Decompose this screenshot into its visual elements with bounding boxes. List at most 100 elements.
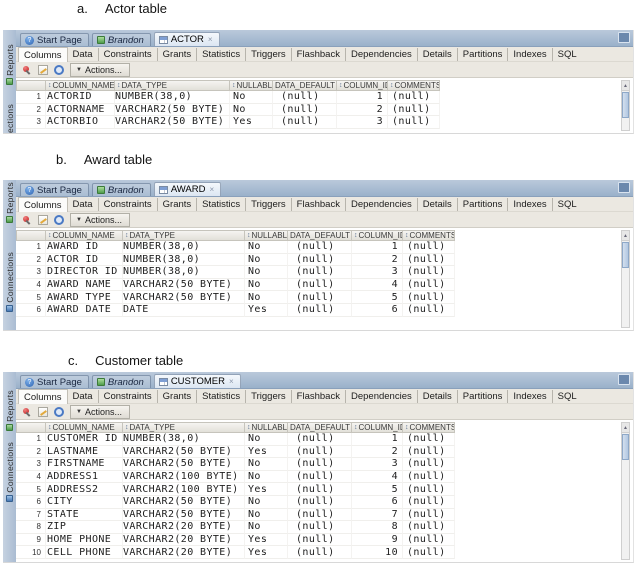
- table-row[interactable]: 5 ADDRESS2 VARCHAR2(100 BYTE) Yes (null)…: [16, 483, 455, 496]
- header-comments[interactable]: ↕COMMENTS: [403, 422, 455, 433]
- document-tab[interactable]: Start Page ×: [20, 375, 89, 388]
- object-subtab[interactable]: Triggers: [246, 198, 292, 211]
- actions-button[interactable]: ▼ Actions...: [70, 63, 130, 77]
- scrollbar-thumb[interactable]: [622, 434, 629, 460]
- document-tab[interactable]: AWARD ×: [154, 182, 221, 196]
- header-nullable[interactable]: ↕NULLABLE: [245, 230, 288, 241]
- document-tab[interactable]: Start Page ×: [20, 33, 89, 46]
- table-row[interactable]: 9 HOME PHONE VARCHAR2(20 BYTE) Yes (null…: [16, 534, 455, 547]
- object-subtab[interactable]: SQL: [553, 48, 582, 61]
- pin-icon[interactable]: [22, 215, 32, 225]
- object-subtab[interactable]: Grants: [158, 198, 198, 211]
- header-data-type[interactable]: ↕DATA_TYPE: [115, 80, 230, 91]
- object-subtab[interactable]: Triggers: [246, 390, 292, 403]
- edit-icon[interactable]: [38, 215, 48, 225]
- sidebar-tab-reports[interactable]: Reports: [3, 390, 16, 431]
- object-subtab[interactable]: Statistics: [197, 198, 246, 211]
- object-subtab[interactable]: Statistics: [197, 390, 246, 403]
- object-subtab[interactable]: Dependencies: [346, 390, 418, 403]
- header-data-type[interactable]: ↕DATA_TYPE: [123, 230, 245, 241]
- object-subtab[interactable]: Dependencies: [346, 198, 418, 211]
- table-row[interactable]: 2 ACTORNAME VARCHAR2(50 BYTE) No (null) …: [16, 104, 440, 117]
- refresh-icon[interactable]: [54, 407, 64, 417]
- object-subtab[interactable]: Flashback: [292, 48, 346, 61]
- object-subtab[interactable]: Constraints: [99, 48, 158, 61]
- header-column-name[interactable]: ↕COLUMN_NAME: [46, 80, 115, 91]
- vertical-scrollbar[interactable]: ▲: [621, 80, 630, 131]
- object-subtab[interactable]: Columns: [18, 389, 68, 404]
- header-data-type[interactable]: ↕DATA_TYPE: [123, 422, 245, 433]
- sidebar-tab-connections[interactable]: Connections: [3, 252, 16, 312]
- object-subtab[interactable]: Partitions: [458, 48, 509, 61]
- table-row[interactable]: 5 AWARD TYPE VARCHAR2(50 BYTE) No (null)…: [16, 291, 455, 304]
- actions-button[interactable]: ▼ Actions...: [70, 405, 130, 419]
- object-subtab[interactable]: Data: [68, 390, 99, 403]
- tab-overflow-button[interactable]: [618, 374, 630, 385]
- refresh-icon[interactable]: [54, 215, 64, 225]
- object-subtab[interactable]: Partitions: [458, 198, 509, 211]
- table-row[interactable]: 4 ADDRESS1 VARCHAR2(100 BYTE) No (null) …: [16, 471, 455, 484]
- table-row[interactable]: 2 LASTNAME VARCHAR2(50 BYTE) Yes (null) …: [16, 446, 455, 459]
- object-subtab[interactable]: Constraints: [99, 198, 158, 211]
- object-subtab[interactable]: Columns: [18, 197, 68, 212]
- vertical-scrollbar[interactable]: ▲: [621, 230, 630, 328]
- header-data-default[interactable]: DATA_DEFAULT: [273, 80, 337, 91]
- tab-overflow-button[interactable]: [618, 182, 630, 193]
- table-row[interactable]: 4 AWARD NAME VARCHAR2(50 BYTE) No (null)…: [16, 279, 455, 292]
- object-subtab[interactable]: Partitions: [458, 390, 509, 403]
- header-column-id[interactable]: ↕COLUMN_ID: [337, 80, 388, 91]
- object-subtab[interactable]: Indexes: [508, 198, 552, 211]
- table-row[interactable]: 10 CELL PHONE VARCHAR2(20 BYTE) Yes (nul…: [16, 546, 455, 559]
- sidebar-tab-reports[interactable]: Reports: [3, 44, 16, 85]
- pin-icon[interactable]: [22, 407, 32, 417]
- header-column-id[interactable]: ↕COLUMN_ID: [352, 422, 403, 433]
- close-icon[interactable]: ×: [208, 36, 213, 44]
- header-comments[interactable]: ↕COMMENTS: [403, 230, 455, 241]
- table-row[interactable]: 3 ACTORBIO VARCHAR2(50 BYTE) Yes (null) …: [16, 116, 440, 129]
- document-tab[interactable]: ACTOR ×: [154, 32, 220, 46]
- header-nullable[interactable]: ↕NULLABLE: [230, 80, 273, 91]
- header-rownum[interactable]: [16, 422, 46, 433]
- scroll-up-icon[interactable]: ▲: [622, 231, 629, 241]
- header-rownum[interactable]: [16, 80, 46, 91]
- table-row[interactable]: 1 AWARD ID NUMBER(38,0) No (null) 1 (nul…: [16, 241, 455, 254]
- table-row[interactable]: 8 ZIP VARCHAR2(20 BYTE) No (null) 8 (nul…: [16, 521, 455, 534]
- table-row[interactable]: 3 FIRSTNAME VARCHAR2(50 BYTE) No (null) …: [16, 458, 455, 471]
- document-tab[interactable]: Start Page ×: [20, 183, 89, 196]
- object-subtab[interactable]: SQL: [553, 390, 582, 403]
- object-subtab[interactable]: Grants: [158, 48, 198, 61]
- document-tab[interactable]: Brandon ×: [92, 375, 151, 388]
- close-icon[interactable]: ×: [209, 186, 214, 194]
- object-subtab[interactable]: Indexes: [508, 390, 552, 403]
- object-subtab[interactable]: Indexes: [508, 48, 552, 61]
- sidebar-tab-connections[interactable]: Connections: [3, 442, 16, 502]
- table-row[interactable]: 1 ACTORID NUMBER(38,0) No (null) 1 (null…: [16, 91, 440, 104]
- refresh-icon[interactable]: [54, 65, 64, 75]
- header-data-default[interactable]: DATA_DEFAULT: [288, 230, 352, 241]
- table-row[interactable]: 3 DIRECTOR ID NUMBER(38,0) No (null) 3 (…: [16, 266, 455, 279]
- object-subtab[interactable]: Dependencies: [346, 48, 418, 61]
- document-tab[interactable]: Brandon ×: [92, 33, 151, 46]
- object-subtab[interactable]: Details: [418, 198, 458, 211]
- close-icon[interactable]: ×: [229, 378, 234, 386]
- edit-icon[interactable]: [38, 65, 48, 75]
- header-column-name[interactable]: ↕COLUMN_NAME: [46, 422, 123, 433]
- object-subtab[interactable]: Constraints: [99, 390, 158, 403]
- object-subtab[interactable]: Columns: [18, 47, 68, 62]
- header-column-id[interactable]: ↕COLUMN_ID: [352, 230, 403, 241]
- table-row[interactable]: 2 ACTOR ID NUMBER(38,0) No (null) 2 (nul…: [16, 254, 455, 267]
- scroll-up-icon[interactable]: ▲: [622, 81, 629, 91]
- header-nullable[interactable]: ↕NULLABLE: [245, 422, 288, 433]
- object-subtab[interactable]: Flashback: [292, 390, 346, 403]
- pin-icon[interactable]: [22, 65, 32, 75]
- edit-icon[interactable]: [38, 407, 48, 417]
- table-row[interactable]: 6 CITY VARCHAR2(50 BYTE) No (null) 6 (nu…: [16, 496, 455, 509]
- document-tab[interactable]: CUSTOMER ×: [154, 374, 241, 388]
- object-subtab[interactable]: Triggers: [246, 48, 292, 61]
- scroll-up-icon[interactable]: ▲: [622, 423, 629, 433]
- table-row[interactable]: 1 CUSTOMER ID NUMBER(38,0) No (null) 1 (…: [16, 433, 455, 446]
- actions-button[interactable]: ▼ Actions...: [70, 213, 130, 227]
- scrollbar-thumb[interactable]: [622, 242, 629, 268]
- object-subtab[interactable]: Grants: [158, 390, 198, 403]
- object-subtab[interactable]: Flashback: [292, 198, 346, 211]
